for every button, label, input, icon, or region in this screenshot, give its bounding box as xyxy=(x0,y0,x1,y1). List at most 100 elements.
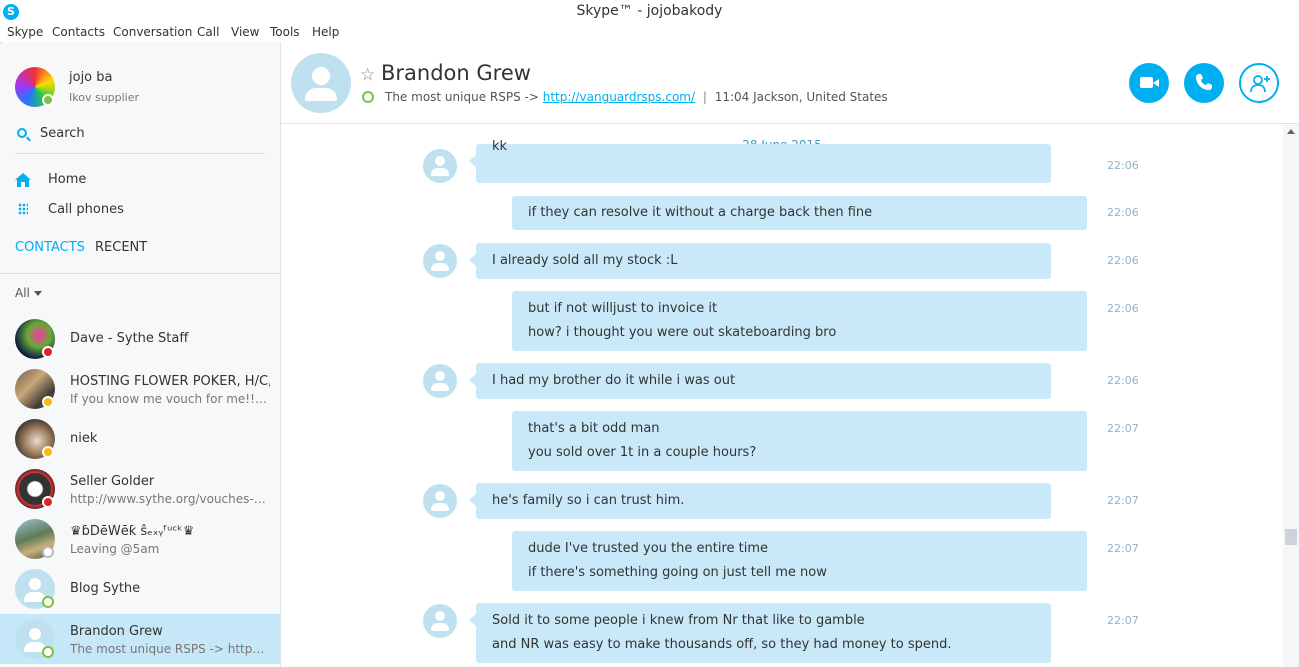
window-title: Skype™ - jojobakody xyxy=(576,3,723,19)
menu-help[interactable]: Help xyxy=(312,25,339,39)
menu-view[interactable]: View xyxy=(231,25,259,39)
profile-section[interactable]: jojo ba Ikov supplier xyxy=(0,42,280,118)
nav-home-label: Home xyxy=(48,172,87,187)
contact-item[interactable]: HOSTING FLOWER POKER, H/C,... If you kno… xyxy=(0,364,280,414)
contact-mood: http://www.sythe.org/vouches-for... xyxy=(70,492,268,506)
menu-contacts[interactable]: Contacts xyxy=(52,25,105,39)
menu-call[interactable]: Call xyxy=(197,25,219,39)
message-time: 22:07 xyxy=(1107,542,1139,555)
contact-name: ♛ɓĎēŴēƙ ŝₑₓᵧᶠᵘᶜᵏ♛ xyxy=(70,524,195,539)
local-time-location: 11:04 Jackson, United States xyxy=(714,90,888,104)
message-time: 22:06 xyxy=(1107,206,1139,219)
offline-status-icon xyxy=(362,91,374,103)
message-bubble-outgoing[interactable]: dude I've trusted you the entire time if… xyxy=(512,531,1087,591)
sender-avatar xyxy=(423,604,457,638)
message-bubble-outgoing[interactable]: if they can resolve it without a charge … xyxy=(512,196,1087,230)
menu-tools[interactable]: Tools xyxy=(270,25,300,39)
menu-conversation[interactable]: Conversation xyxy=(113,25,192,39)
divider xyxy=(15,153,265,154)
message-bubble-incoming[interactable]: he's family so i can trust him. xyxy=(469,483,1051,519)
message-bubble-outgoing[interactable]: that's a bit odd man you sold over 1t in… xyxy=(512,411,1087,471)
message-text: and NR was easy to make thousands off, s… xyxy=(492,637,952,652)
message-time: 22:07 xyxy=(1107,614,1139,627)
message-history: 28 June 2015 kk 22:06 if they can resolv… xyxy=(281,125,1283,667)
nav-call-phones[interactable]: Call phones xyxy=(0,198,280,222)
dialpad-icon xyxy=(18,203,28,215)
contact-name: Dave - Sythe Staff xyxy=(70,331,189,346)
message-text: if there's something going on just tell … xyxy=(528,565,827,580)
away-status-icon xyxy=(42,396,54,408)
contact-item[interactable]: Blog Sythe xyxy=(0,564,280,614)
contact-mood: Leaving @5am xyxy=(70,542,160,556)
message-time: 22:06 xyxy=(1107,159,1139,172)
contact-item-selected[interactable]: Brandon Grew The most unique RSPS -> htt… xyxy=(0,614,280,664)
contacts-filter-dropdown[interactable]: All xyxy=(15,286,42,300)
message-text: but if not willjust to invoice it xyxy=(528,301,718,316)
contact-item[interactable]: Seller Golder http://www.sythe.org/vouch… xyxy=(0,464,280,514)
title-bar: S Skype™ - jojobakody xyxy=(0,0,1299,24)
contact-name: niek xyxy=(70,431,98,446)
message-time: 22:07 xyxy=(1107,494,1139,507)
mood-separator: | xyxy=(702,90,707,104)
message-text: I already sold all my stock :L xyxy=(492,253,678,268)
scroll-up-arrow-icon[interactable] xyxy=(1287,129,1295,134)
message-scrollbar[interactable] xyxy=(1283,125,1299,667)
sender-avatar xyxy=(423,364,457,398)
profile-avatar[interactable] xyxy=(15,67,55,107)
dnd-status-icon xyxy=(42,346,54,358)
contact-name: Seller Golder xyxy=(70,474,155,489)
contact-item[interactable]: ♛ɓĎēŴēƙ ŝₑₓᵧᶠᵘᶜᵏ♛ Leaving @5am xyxy=(0,514,280,564)
contact-avatar-large[interactable] xyxy=(291,53,351,113)
mood-link[interactable]: http://vanguardrsps.com/ xyxy=(543,90,695,104)
video-camera-icon xyxy=(1140,77,1159,88)
message-bubble-incoming[interactable]: Sold it to some people i knew from Nr th… xyxy=(469,603,1051,663)
tab-recent[interactable]: RECENT xyxy=(95,240,147,255)
message-text: kk xyxy=(492,139,508,154)
message-bubble-incoming[interactable]: I had my brother do it while i was out xyxy=(469,363,1051,399)
contact-mood: If you know me vouch for me!!!!! ht... xyxy=(70,392,268,406)
tab-contacts[interactable]: CONTACTS xyxy=(15,240,85,255)
message-text: that's a bit odd man xyxy=(528,421,660,436)
menu-skype[interactable]: Skype xyxy=(7,25,43,39)
search-icon xyxy=(17,128,27,138)
message-bubble-incoming[interactable]: I already sold all my stock :L xyxy=(469,243,1051,279)
add-person-icon xyxy=(1250,75,1270,93)
scrollbar-thumb[interactable] xyxy=(1285,529,1297,545)
audio-call-button[interactable] xyxy=(1184,63,1224,103)
message-text: dude I've trusted you the entire time xyxy=(528,541,769,556)
contact-item[interactable]: niek xyxy=(0,414,280,464)
video-call-button[interactable] xyxy=(1129,63,1169,103)
search-label: Search xyxy=(40,126,85,141)
dnd-status-icon xyxy=(42,496,54,508)
contact-item[interactable]: Dave - Sythe Staff xyxy=(0,314,280,364)
chevron-down-icon xyxy=(33,291,42,296)
message-time: 22:06 xyxy=(1107,374,1139,387)
conversation-mood: The most unique RSPS -> http://vanguardr… xyxy=(385,90,888,104)
message-time: 22:07 xyxy=(1107,422,1139,435)
favorite-star-icon[interactable]: ☆ xyxy=(360,65,375,85)
conversation-header: ☆ Brandon Grew The most unique RSPS -> h… xyxy=(281,42,1299,124)
online-status-icon xyxy=(42,94,54,106)
message-bubble-outgoing[interactable]: but if not willjust to invoice it how? i… xyxy=(512,291,1087,351)
sender-avatar xyxy=(423,244,457,278)
phone-icon xyxy=(1196,74,1212,90)
nav-home[interactable]: Home xyxy=(0,168,280,192)
message-bubble-incoming[interactable]: kk xyxy=(469,139,1051,183)
message-time: 22:06 xyxy=(1107,302,1139,315)
search-button[interactable]: Search xyxy=(0,122,280,148)
profile-name: jojo ba xyxy=(69,70,113,85)
contact-name: Blog Sythe xyxy=(70,581,141,596)
sender-avatar xyxy=(423,149,457,183)
add-people-button[interactable] xyxy=(1239,63,1279,103)
tabs-divider xyxy=(0,273,280,274)
conversation-contact-name: Brandon Grew xyxy=(381,61,531,85)
sidebar: jojo ba Ikov supplier Search Home Call p… xyxy=(0,42,281,667)
sender-avatar xyxy=(423,484,457,518)
offline-status-icon xyxy=(42,596,54,608)
offline-status-icon xyxy=(42,646,54,658)
nav-call-phones-label: Call phones xyxy=(48,202,124,217)
home-icon xyxy=(15,173,31,187)
menu-bar: Skype Contacts Conversation Call View To… xyxy=(0,24,1299,42)
away-status-icon xyxy=(42,446,54,458)
message-text: I had my brother do it while i was out xyxy=(492,373,736,388)
